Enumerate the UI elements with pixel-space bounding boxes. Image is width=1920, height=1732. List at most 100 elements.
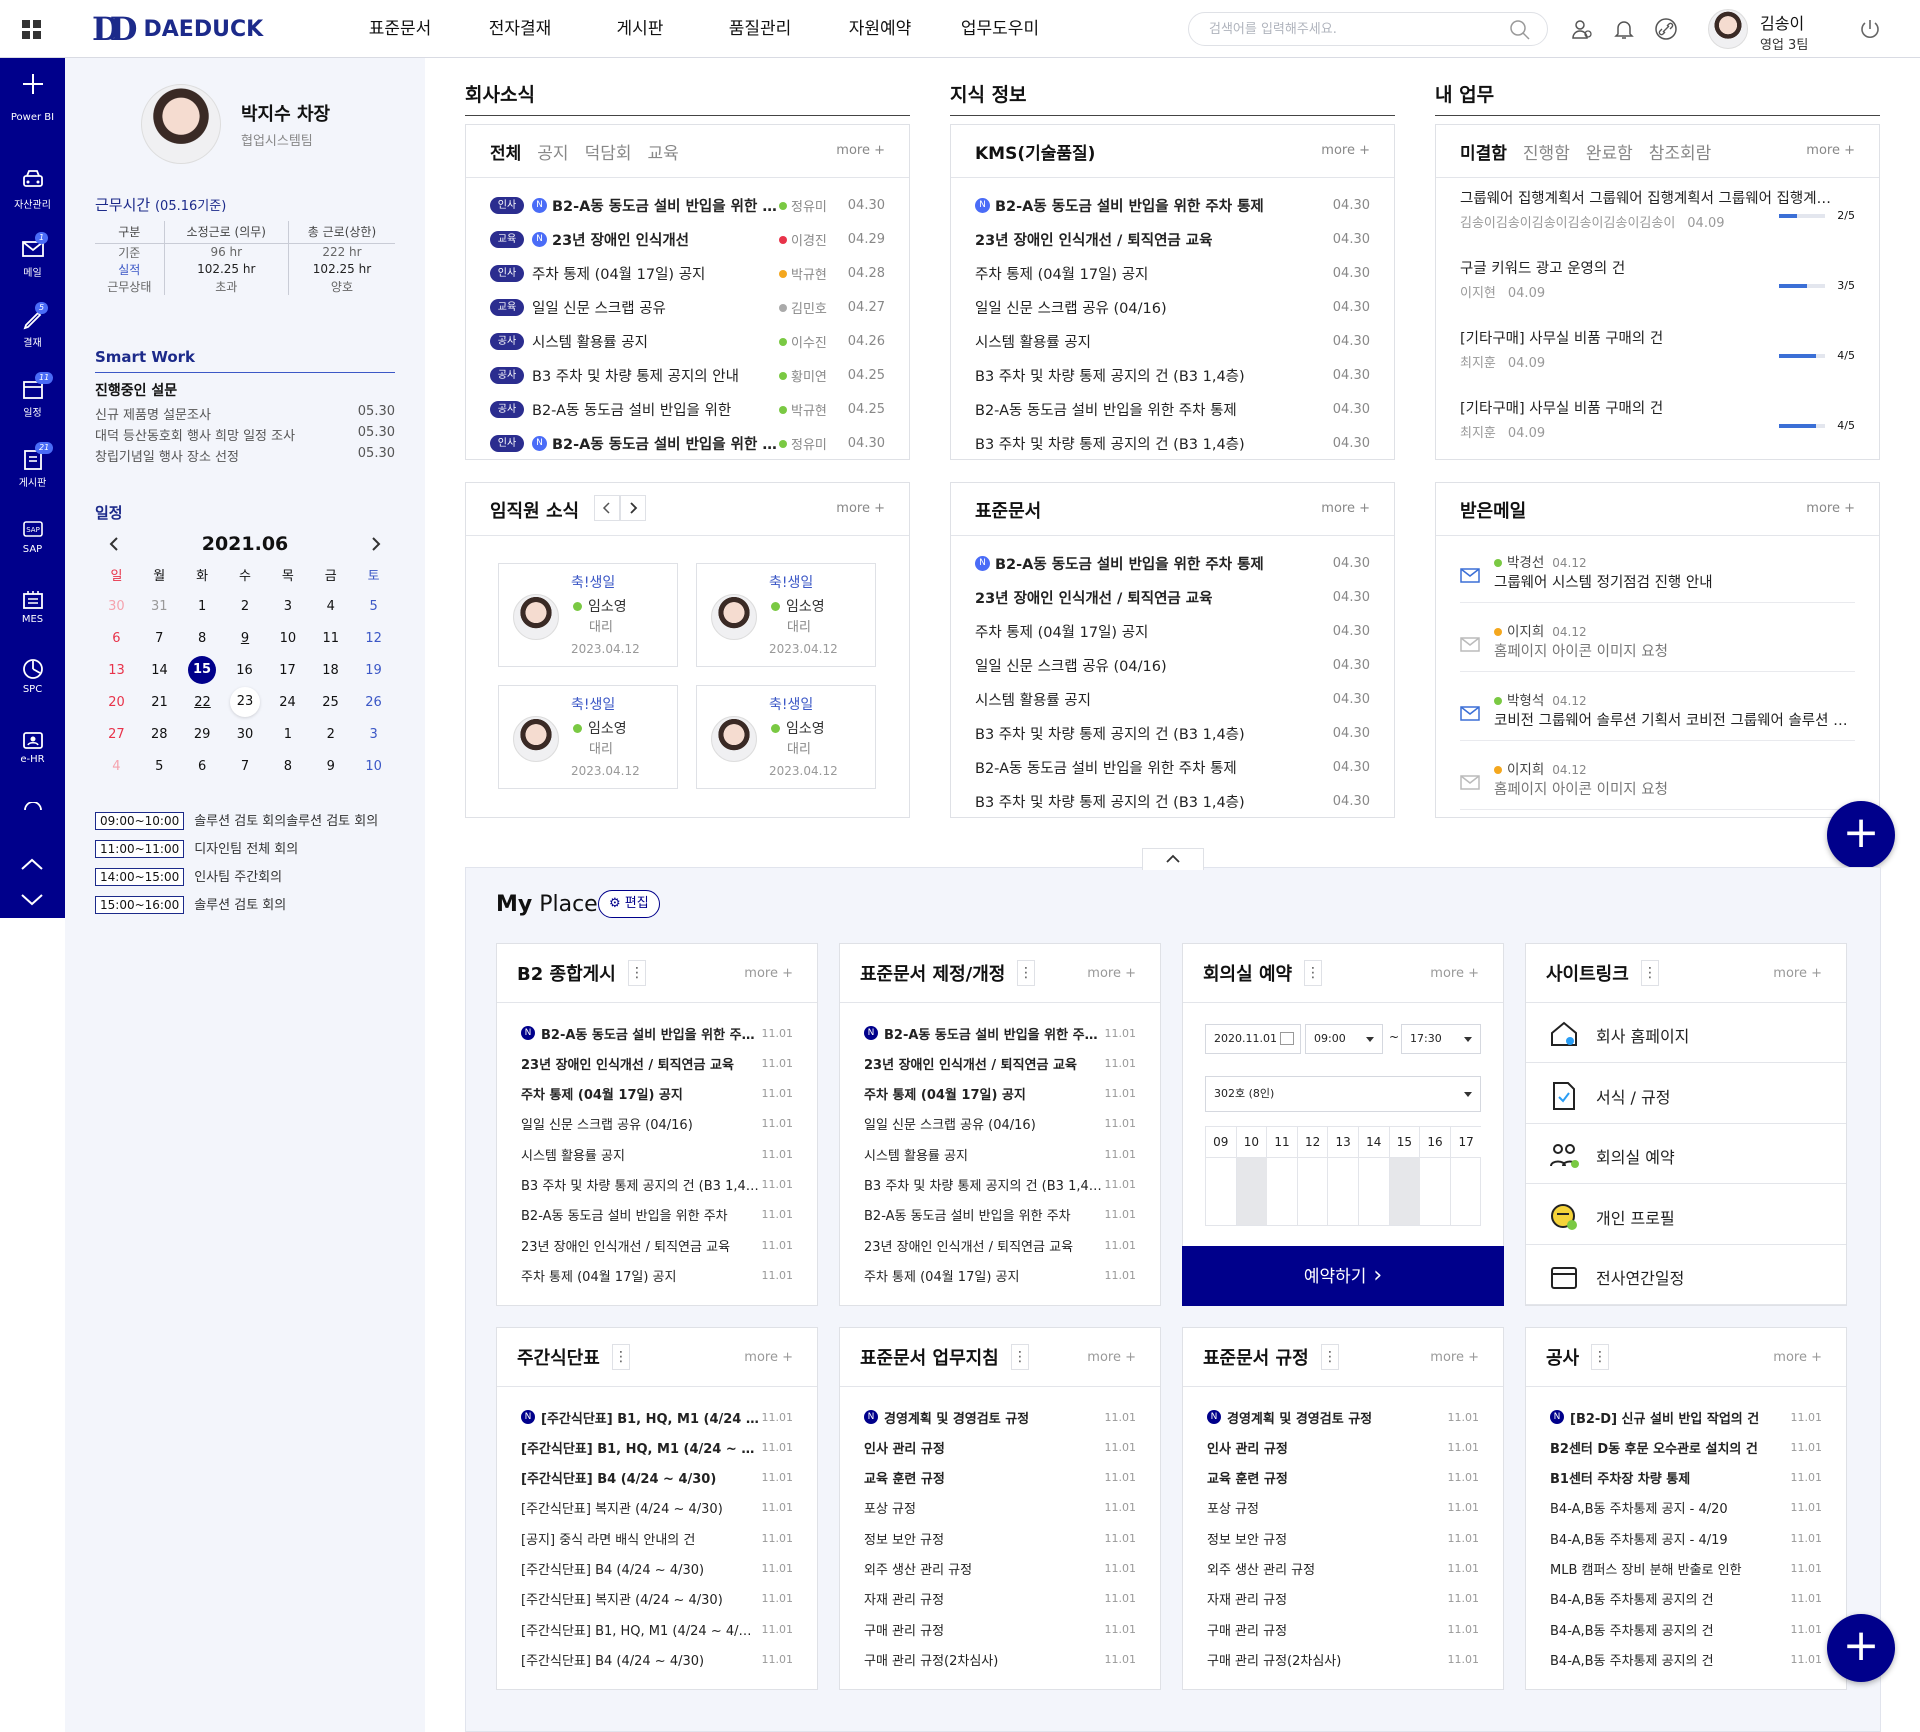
hour-column[interactable]: 09	[1206, 1127, 1237, 1225]
calendar-day[interactable]: 28	[138, 727, 181, 742]
list-item[interactable]: [주간식단표] B1, HQ, M1 (4/24 ~ 4/30) 11.01	[521, 1620, 793, 1639]
nav-item[interactable]: 게시판	[580, 0, 700, 58]
list-item[interactable]: B3 주차 및 차량 통제 공지의 건 (B3 1,4층) 04.30	[975, 791, 1370, 811]
survey-item[interactable]: 창립기념일 행사 장소 선정 05.30	[95, 446, 395, 467]
calendar-day[interactable]: 19	[352, 663, 395, 678]
tab-notice[interactable]: 공지	[537, 139, 568, 164]
hour-column[interactable]: 11	[1267, 1127, 1298, 1225]
chevron-left-icon[interactable]	[107, 536, 121, 552]
kebab-menu-icon[interactable]: ⋮	[1641, 960, 1659, 986]
list-item[interactable]: 일일 신문 스크랩 공유 (04/16) 04.30	[975, 655, 1370, 675]
reserve-button[interactable]: 예약하기 ›	[1182, 1246, 1504, 1306]
list-item[interactable]: N B2-A동 동도금 설비 반입을 위한 주차 통제 04.30	[975, 553, 1370, 573]
calendar-day[interactable]: 29	[181, 727, 224, 742]
task-item[interactable]: [기타구매] 사무실 비품 구매의 건 최지훈 04.09 4/5	[1460, 327, 1855, 371]
search-icon[interactable]	[1509, 19, 1531, 41]
list-item[interactable]: 23년 장애인 인식개선 / 퇴직연금 교육 04.30	[975, 229, 1370, 249]
calendar-day[interactable]: 1	[266, 727, 309, 742]
calendar-day[interactable]: 30	[95, 599, 138, 614]
calendar-day[interactable]: 5	[352, 599, 395, 614]
site-link[interactable]: 서식 / 규정	[1526, 1064, 1846, 1124]
lnb-item-asset[interactable]: 자산관리	[0, 168, 65, 211]
list-item[interactable]: B4-A,B동 주차통제 공지 - 4/20 11.01	[1550, 1499, 1822, 1517]
tab-progress[interactable]: 진행함	[1523, 139, 1570, 164]
site-link[interactable]: 회사 홈페이지	[1526, 1003, 1846, 1063]
list-item[interactable]: 시스템 활용률 공지 04.30	[975, 331, 1370, 351]
calendar-day[interactable]: 7	[138, 631, 181, 646]
list-item[interactable]: 인사 N B2-A동 동도금 설비 반입을 위한 주차 통제 정유미 04.30	[490, 433, 885, 453]
list-item[interactable]: 주차 통제 (04월 17일) 공지 11.01	[864, 1085, 1136, 1103]
start-time-select[interactable]: 09:00	[1305, 1024, 1383, 1054]
list-item[interactable]: B2-A동 동도금 설비 반입을 위한 주차 통제 04.30	[975, 757, 1370, 777]
list-item[interactable]: B2-A동 동도금 설비 반입을 위한 주차 통제 04.30	[975, 399, 1370, 419]
survey-item[interactable]: 대덕 등산동호회 행사 희망 일정 조사 05.30	[95, 425, 395, 446]
list-item[interactable]: 공사 시스템 활용률 공지 이수진 04.26	[490, 331, 885, 351]
list-item[interactable]: 인사 주차 통제 (04월 17일) 공지 박규현 04.28	[490, 263, 885, 283]
list-item[interactable]: 주차 통제 (04월 17일) 공지 11.01	[521, 1085, 793, 1103]
list-item[interactable]: N [주간식단표] B1, HQ, M1 (4/24 ~ 4/30)11.01	[521, 1408, 793, 1427]
tab-pending[interactable]: 미결함	[1460, 139, 1507, 164]
mail-item[interactable]: 박형석 04.12 코비전 그룹웨어 솔루션 기획서 코비전 그룹웨어 솔루션 기획…	[1460, 685, 1855, 741]
list-item[interactable]: 정보 보안 규정 11.01	[864, 1529, 1136, 1548]
calendar-day[interactable]: 31	[138, 599, 181, 614]
calendar-day[interactable]: 13	[95, 663, 138, 678]
list-item[interactable]: 교육 일일 신문 스크랩 공유 김민호 04.27	[490, 297, 885, 317]
search-input[interactable]	[1209, 19, 1499, 39]
list-item[interactable]: 포상 규정 11.01	[864, 1499, 1136, 1517]
list-item[interactable]: 23년 장애인 인식개선 / 퇴직연금 교육 11.01	[521, 1054, 793, 1073]
list-item[interactable]: [주간식단표] B1, HQ, M1 (4/24 ~ 4/30) 11.01	[521, 1438, 793, 1457]
list-item[interactable]: N 경영계획 및 경영검토 규정 11.01	[1207, 1408, 1479, 1427]
list-item[interactable]: 주차 통제 (04월 17일) 공지 04.30	[975, 263, 1370, 283]
calendar-day[interactable]: 20	[95, 695, 138, 710]
calendar-day[interactable]: 9	[224, 631, 267, 646]
hour-column[interactable]: 12	[1297, 1127, 1329, 1225]
list-item[interactable]: 주차 통제 (04월 17일) 공지 11.01	[521, 1266, 793, 1285]
calendar-day[interactable]: 24	[266, 695, 309, 710]
calendar-day[interactable]: 2	[224, 599, 267, 614]
list-item[interactable]: 인사 관리 규정 11.01	[864, 1438, 1136, 1457]
more-link[interactable]: more +	[1321, 143, 1370, 158]
next-button[interactable]	[620, 495, 646, 521]
list-item[interactable]: [주간식단표] 복지관 (4/24 ~ 4/30) 11.01	[521, 1499, 793, 1517]
prev-button[interactable]	[594, 495, 620, 521]
calendar-day[interactable]: 26	[352, 695, 395, 710]
site-link[interactable]: 회의실 예약	[1526, 1124, 1846, 1184]
list-item[interactable]: [공지] 중식 라면 배식 안내의 건 11.01	[521, 1529, 793, 1548]
lnb-item-schedule[interactable]: 11 일정	[0, 372, 65, 419]
calendar-day[interactable]: 16	[223, 663, 266, 678]
tab-all[interactable]: 전체	[490, 139, 521, 164]
calendar-day[interactable]: 4	[309, 599, 352, 614]
schedule-item[interactable]: 14:00~15:00 인사팀 주간회의	[95, 866, 378, 894]
add-widget-button-2[interactable]: +	[1827, 1614, 1895, 1682]
tab-kms[interactable]: KMS(기술품질)	[975, 139, 1095, 164]
calendar-day[interactable]: 6	[181, 759, 224, 774]
hour-column[interactable]: 16	[1420, 1127, 1451, 1225]
calendar-day[interactable]: 21	[138, 695, 181, 710]
list-item[interactable]: B2-A동 동도금 설비 반입을 위한 주차 11.01	[521, 1206, 793, 1224]
mail-item[interactable]: 이지희 04.12 홈페이지 아이콘 이미지 요청	[1460, 616, 1855, 672]
chevron-down-icon[interactable]	[19, 892, 45, 908]
calendar-day[interactable]: 27	[95, 727, 138, 742]
list-item[interactable]: 시스템 활용률 공지 11.01	[864, 1145, 1136, 1164]
more-link[interactable]: more +	[1806, 501, 1855, 516]
list-item[interactable]: N B2-A동 동도금 설비 반입을 위한 주차 통제 11.01	[521, 1024, 793, 1043]
more-link[interactable]: more +	[1773, 1350, 1822, 1365]
calendar-day[interactable]: 10	[352, 759, 395, 774]
task-item[interactable]: 그룹웨어 집행계획서 그룹웨어 집행계획서 그룹웨어 집행계획서 김송이김송이김송…	[1460, 187, 1855, 231]
list-item[interactable]: 23년 장애인 인식개선 / 퇴직연금 교육 11.01	[864, 1236, 1136, 1255]
room-select[interactable]: 302호 (8인)	[1205, 1076, 1481, 1112]
list-item[interactable]: 교육 훈련 규정 11.01	[1207, 1469, 1479, 1487]
nav-item[interactable]: 자원예약	[820, 0, 940, 58]
calendar-day[interactable]: 22	[181, 695, 224, 710]
list-item[interactable]: B4-A,B동 주차통제 공지의 건 11.01	[1550, 1650, 1822, 1669]
calendar-day[interactable]: 3	[352, 727, 395, 742]
collapse-toggle[interactable]	[1142, 848, 1204, 870]
list-item[interactable]: B3 주차 및 차량 통제 공지의 건 (B3 1,4층) 04.30	[975, 365, 1370, 385]
nav-item[interactable]: 표준문서	[340, 0, 460, 58]
calendar-day[interactable]: 8	[181, 631, 224, 646]
mail-item[interactable]: 이지희 04.12 홈페이지 아이콘 이미지 요청	[1460, 754, 1855, 810]
kebab-menu-icon[interactable]: ⋮	[1591, 1344, 1609, 1370]
calendar-day[interactable]: 5	[138, 759, 181, 774]
list-item[interactable]: 외주 생산 관리 규정 11.01	[1207, 1560, 1479, 1578]
calendar-day[interactable]: 2	[309, 727, 352, 742]
